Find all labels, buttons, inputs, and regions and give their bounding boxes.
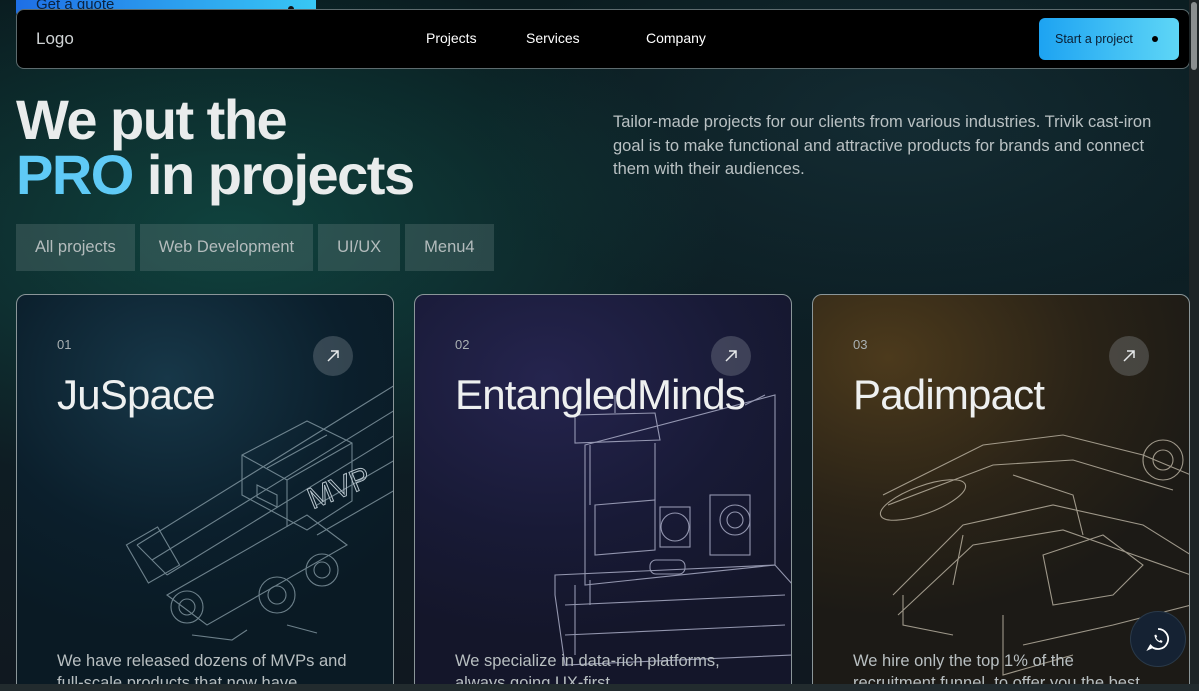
filter-menu4[interactable]: Menu4 xyxy=(405,224,494,271)
arrow-up-right-icon xyxy=(725,350,737,362)
nav-link-company[interactable]: Company xyxy=(646,30,706,46)
project-number: 01 xyxy=(57,337,72,352)
dot-icon xyxy=(1152,36,1158,42)
whatsapp-chat-button[interactable] xyxy=(1130,611,1186,667)
hero-title-line1: We put the xyxy=(16,88,288,151)
start-project-label: Start a project xyxy=(1055,32,1133,46)
project-title: Padimpact xyxy=(853,371,1045,418)
filter-all-projects[interactable]: All projects xyxy=(16,224,135,271)
open-project-button[interactable] xyxy=(313,336,353,376)
start-project-button[interactable]: Start a project xyxy=(1039,18,1179,60)
filter-tabs: All projects Web Development UI/UX Menu4 xyxy=(16,224,494,271)
navbar: Logo Projects Services Company Start a p… xyxy=(16,9,1190,69)
nav-link-projects[interactable]: Projects xyxy=(426,30,477,46)
horizontal-scrollbar[interactable] xyxy=(0,684,1199,691)
project-number: 03 xyxy=(853,337,868,352)
nav-link-services[interactable]: Services xyxy=(526,30,580,46)
svg-text:MVP: MVP xyxy=(303,461,367,515)
scrollbar[interactable] xyxy=(1189,0,1199,691)
open-project-button[interactable] xyxy=(711,336,751,376)
mvp-box-label: MVP xyxy=(302,460,367,515)
filter-ui-ux[interactable]: UI/UX xyxy=(318,224,401,271)
logo[interactable]: Logo xyxy=(36,29,74,49)
arrow-up-right-icon xyxy=(1123,350,1135,362)
filter-web-development[interactable]: Web Development xyxy=(139,224,314,271)
hero-title-line2: in projects xyxy=(132,143,415,206)
whatsapp-icon xyxy=(1146,628,1169,651)
project-number: 02 xyxy=(455,337,470,352)
project-title: EntangledMinds xyxy=(455,371,746,418)
project-card-entangledminds[interactable]: 02 EntangledMinds We specialize in data-… xyxy=(414,294,792,691)
hero-title: We put the PRO in projects xyxy=(16,92,415,203)
project-title: JuSpace xyxy=(57,371,216,418)
hero-title-highlight: PRO xyxy=(16,143,134,206)
scrollbar-thumb[interactable] xyxy=(1191,2,1197,70)
hero-description: Tailor-made projects for our clients fro… xyxy=(613,113,1152,178)
project-card-juspace[interactable]: 01 JuSpace MVP We have released dozens o… xyxy=(16,294,394,691)
open-project-button[interactable] xyxy=(1109,336,1149,376)
arrow-up-right-icon xyxy=(327,350,339,362)
